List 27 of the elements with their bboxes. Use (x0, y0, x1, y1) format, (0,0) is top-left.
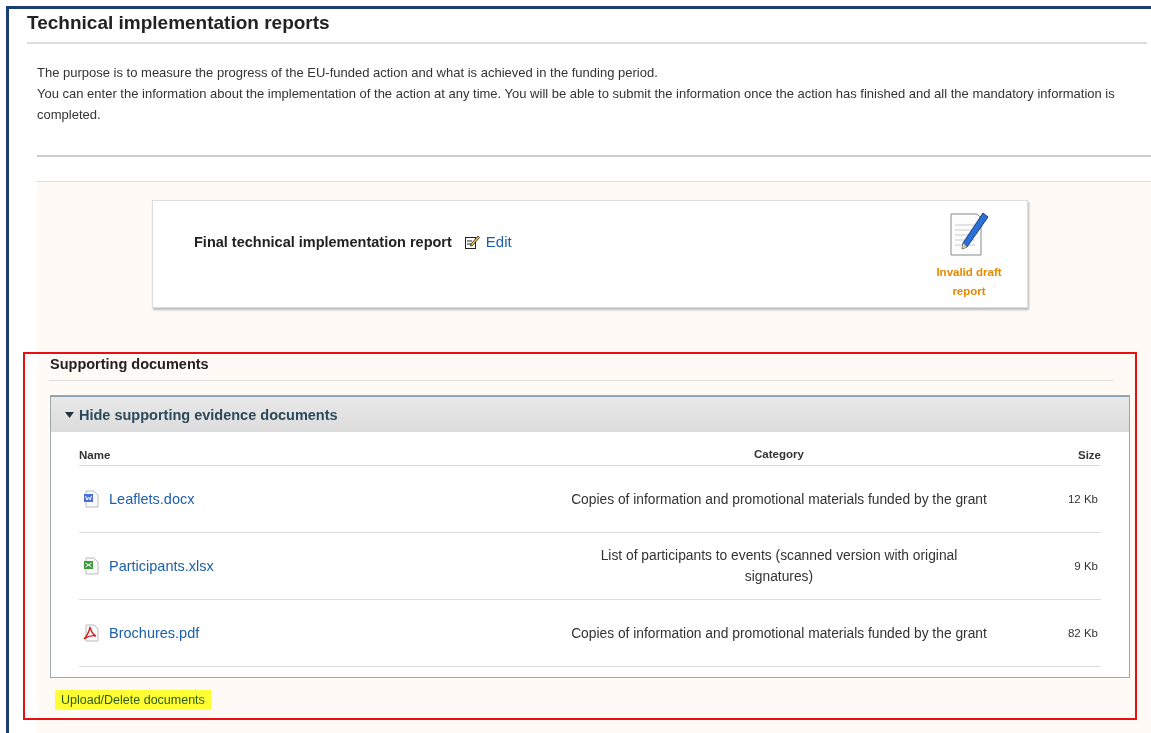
section-heading: Supporting documents (49, 354, 1114, 381)
table-cell: Copies of information and promotional materials funded by the grant (559, 465, 999, 533)
word-file-icon (83, 490, 99, 508)
intro-text: You can enter the information about the implementation of the action at any time. You will be able to submit the information once the action has finished and all the mandatory information is completed. (37, 85, 1116, 124)
upload-link[interactable]: Upload/Delete documents (55, 690, 211, 710)
table-cell: 12 Kb (999, 465, 1101, 533)
table-cell: List of participants to events (scanned version with original signatures) (559, 532, 999, 600)
spreadsheet-file-icon (83, 557, 99, 575)
table-cell: Copies of information and promotional materials funded by the grant (559, 599, 999, 667)
file-link[interactable]: Participants.xlsx (109, 558, 214, 574)
document-pencil-icon (947, 211, 991, 259)
table-cell: 9 Kb (999, 532, 1101, 600)
pdf-file-icon (83, 624, 99, 642)
column-header: Category (559, 444, 999, 466)
table-cell: 82 Kb (999, 599, 1101, 667)
column-header: Name (79, 444, 559, 466)
edit-link[interactable]: Edit (485, 233, 512, 250)
intro-text: The purpose is to measure the progress of the EU-funded action and what is achieved in the funding period. (37, 64, 659, 82)
file-link[interactable]: Brochures.pdf (109, 625, 200, 641)
edit-icon[interactable] (463, 233, 480, 250)
report-title: Final technical implementation report (194, 233, 452, 250)
caret-icon (65, 411, 74, 418)
report-status: Invalid draft report (935, 265, 1003, 299)
column-header: Size (999, 444, 1101, 466)
collapse-toggle[interactable]: Hide supporting evidence documents (51, 396, 1129, 432)
page-title: Technical implementation reports (27, 9, 1147, 44)
file-link[interactable]: Leaflets.docx (109, 491, 195, 507)
